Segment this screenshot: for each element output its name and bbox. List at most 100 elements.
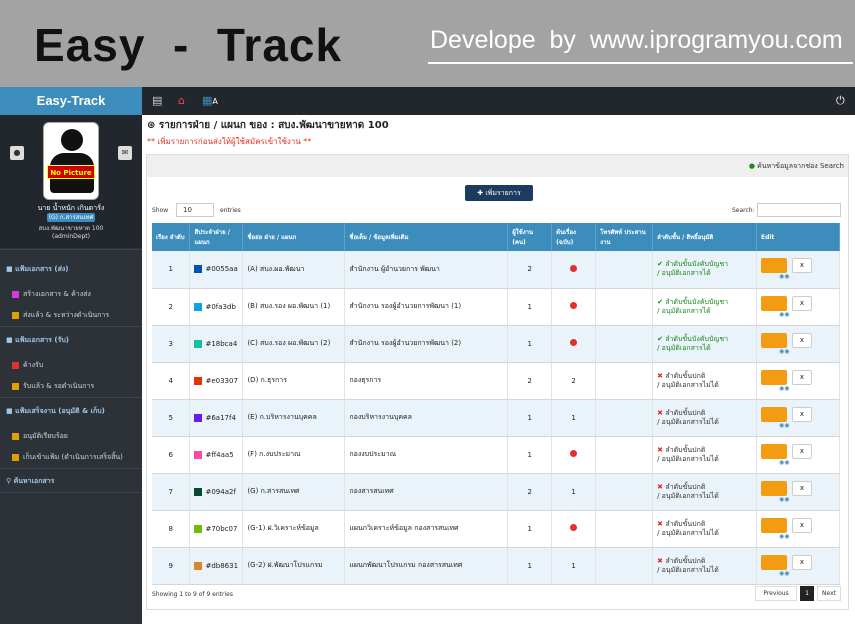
color-swatch	[194, 561, 203, 570]
status-dots: ◉◉	[778, 421, 790, 429]
delete-button[interactable]: x	[791, 443, 812, 459]
edit-button[interactable]	[760, 258, 787, 274]
col-users[interactable]: ผู้ใช้งาน (คน)	[507, 223, 553, 251]
page-length-select[interactable]: 10	[176, 203, 214, 217]
menu-head-send[interactable]: ■ แฟ้มเอกสาร (ส่ง)	[6, 264, 68, 275]
banner-developer: Develope by www.iprogramyou.com	[430, 26, 843, 54]
cell-permission: ✖ ลำดับขั้นปกติ / อนุมัติเอกสารไม่ได้	[652, 547, 757, 585]
cell-full-name: แผนกวิเคราะห์ข้อมูล กองสารสนเทศ	[344, 510, 509, 548]
col-permission[interactable]: ลำดับขั้น / สิทธิ์อนุมัติ	[652, 223, 757, 251]
menu-toggle-icon[interactable]: ▤	[152, 94, 162, 107]
cell-order: 6	[152, 436, 191, 474]
menu-item-received-waiting[interactable]: รับแล้ว & รอดำเนินการ	[12, 381, 94, 392]
menu-head-done[interactable]: ■ แฟ้มเสร็จงาน (อนุมัติ & เก็บ)	[6, 406, 105, 417]
brand-logo[interactable]: Easy-Track	[0, 87, 142, 115]
col-color[interactable]: สีประจำฝ่าย / แผนก	[189, 223, 244, 251]
cell-full-name: กองธุรการ	[344, 362, 509, 400]
file-icon	[12, 361, 19, 369]
cell-color: #6a17f4	[189, 399, 244, 437]
menu-item-sent-progress[interactable]: ส่งแล้ว & ระหว่างดำเนินการ	[12, 310, 109, 321]
cell-permission: ✖ ลำดับขั้นปกติ / อนุมัติเอกสารไม่ได้	[652, 399, 757, 437]
cell-phone	[595, 547, 654, 585]
delete-button[interactable]: x	[791, 258, 812, 274]
col-short-name[interactable]: ชื่อย่อ ฝ่าย / แผนก	[242, 223, 346, 251]
file-icon	[12, 453, 19, 461]
cell-color: #e03307	[189, 362, 244, 400]
edit-button[interactable]	[760, 406, 787, 422]
delete-button[interactable]: x	[791, 480, 812, 496]
page-warning: ** เพิ่มรายการก่อนส่งให้ผู้ใช้สมัครเข้าใ…	[147, 137, 312, 146]
menu-head-search[interactable]: ⚲ ค้นหาเอกสาร	[6, 476, 54, 487]
edit-button[interactable]	[760, 443, 787, 459]
home-icon[interactable]: ⌂	[178, 94, 185, 107]
table-row: 4 #e03307 (D) ก.ธุรการ กองธุรการ 2 2 ✖ ลำดับขั…	[152, 362, 841, 400]
menu-item-approved[interactable]: อนุมัติเรียบร้อย	[12, 431, 68, 442]
edit-button[interactable]	[760, 517, 787, 533]
menu-item-create-pending[interactable]: สร้างเอกสาร & ค้างส่ง	[12, 289, 91, 300]
cell-short-name: (G-1) ฝ.วิเคราะห์ข้อมูล	[242, 510, 346, 548]
edit-button[interactable]	[760, 332, 787, 348]
table-row: 6 #ff4aa5 (F) ก.งบประมาณ กองงบประมาณ 1 ✖ ลำดั…	[152, 436, 841, 474]
edit-button[interactable]	[760, 369, 787, 385]
cell-edit: x ◉◉	[756, 288, 841, 326]
status-dots: ◉◉	[778, 273, 790, 281]
file-icon	[12, 290, 19, 298]
user-icon[interactable]: ●	[10, 146, 24, 160]
status-dots: ◉◉	[778, 495, 790, 503]
delete-button[interactable]: x	[791, 554, 812, 570]
edit-button[interactable]	[760, 554, 787, 570]
cell-origin	[551, 436, 597, 474]
cell-color: #70bc07	[189, 510, 244, 548]
add-item-button[interactable]: ✚ เพิ่มรายการ	[465, 185, 533, 201]
box-header: ● ค้นหาข้อมูลจากช่อง Search	[147, 155, 848, 177]
menu-divider	[0, 492, 142, 493]
col-phone[interactable]: โทรศัพท์ ประสานงาน	[595, 223, 654, 251]
edit-button[interactable]	[760, 480, 787, 496]
power-icon[interactable]: ⏻	[836, 94, 845, 108]
cell-origin	[551, 288, 597, 326]
cell-phone	[595, 251, 654, 289]
banner-underline	[428, 62, 853, 64]
cell-short-name: (E) ก.บริหารงานบุคคล	[242, 399, 346, 437]
cell-edit: x ◉◉	[756, 362, 841, 400]
menu-divider	[0, 249, 142, 250]
delete-button[interactable]: x	[791, 332, 812, 348]
cell-edit: x ◉◉	[756, 510, 841, 548]
mail-icon[interactable]: ✉	[118, 146, 132, 160]
check-icon: ✔	[657, 260, 666, 269]
cell-color: #db8631	[189, 547, 244, 585]
delete-button[interactable]: x	[791, 517, 812, 533]
file-icon	[12, 311, 19, 319]
col-edit[interactable]: Edit	[756, 223, 841, 251]
search-icon: ⚲	[6, 477, 14, 485]
edit-button[interactable]	[760, 295, 787, 311]
permission-approve: ✔ ลำดับขั้นบังคับบัญชา / อนุมัติเอกสารได้	[657, 334, 729, 352]
menu-head-receive[interactable]: ■ แฟ้มเอกสาร (รับ)	[6, 335, 69, 346]
col-order[interactable]: เรียง ลำดับ	[152, 223, 191, 251]
search-input[interactable]	[757, 203, 841, 217]
delete-button[interactable]: x	[791, 369, 812, 385]
cell-full-name: กองงบประมาณ	[344, 436, 509, 474]
menu-divider	[0, 397, 142, 398]
next-page-button[interactable]: Next	[817, 586, 841, 601]
cell-origin	[551, 325, 597, 363]
cell-color: #18bca4	[189, 325, 244, 363]
cell-order: 4	[152, 362, 191, 400]
cell-origin: 2	[551, 362, 597, 400]
delete-button[interactable]: x	[791, 295, 812, 311]
chart-icon[interactable]: ▦A	[202, 94, 218, 107]
cell-color: #094a2f	[189, 473, 244, 511]
previous-page-button[interactable]: Previous	[755, 586, 797, 601]
cell-short-name: (B) สบง.รอง ผอ.พัฒนา (1)	[242, 288, 346, 326]
menu-item-archived[interactable]: เก็บเข้าแฟ้ม (ดำเนินการเสร็จสิ้น)	[12, 452, 123, 463]
col-origin[interactable]: ต้นเรื่อง (ฉบับ)	[551, 223, 597, 251]
menu-item-pending-receive[interactable]: ค้างรับ	[12, 360, 43, 371]
cell-order: 3	[152, 325, 191, 363]
col-full-name[interactable]: ชื่อเต็ม / ข้อมูลเพิ่มเติม	[344, 223, 509, 251]
show-label: Show	[152, 207, 169, 214]
page-1-button[interactable]: 1	[800, 586, 814, 601]
delete-button[interactable]: x	[791, 406, 812, 422]
table-row: 2 #0fa3db (B) สบง.รอง ผอ.พัฒนา (1) สำนักงาน…	[152, 288, 841, 326]
cell-order: 2	[152, 288, 191, 326]
cell-users: 2	[507, 251, 553, 289]
